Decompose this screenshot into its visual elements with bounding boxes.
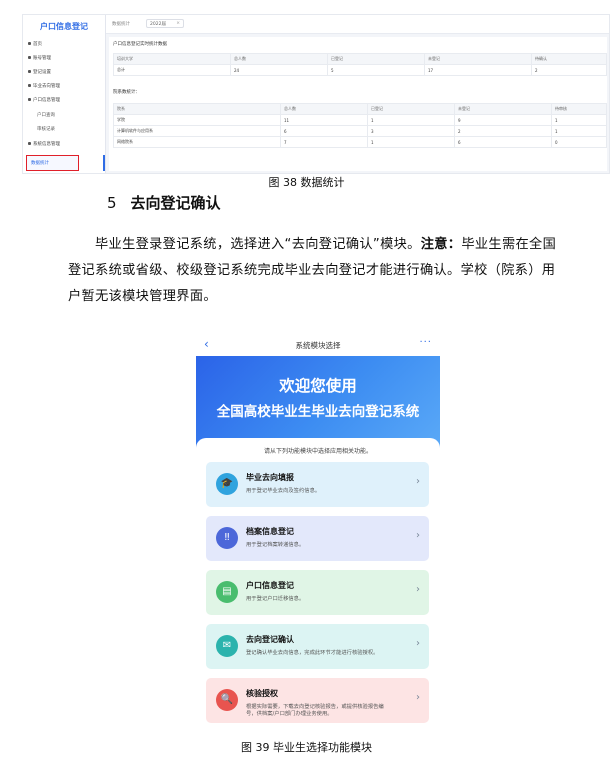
close-icon[interactable]: ×	[176, 21, 180, 26]
id-card-icon: ▤	[216, 581, 238, 603]
folder-icon	[28, 98, 31, 101]
chevron-right-icon: ›	[416, 530, 420, 541]
sidebar-item-statistics[interactable]: 数据统计	[26, 155, 79, 171]
graduation-cap-icon: 🎓	[216, 473, 238, 495]
welcome-banner: 欢迎您使用 全国高校毕业生毕业去向登记系统	[196, 356, 440, 448]
year-filter-tag[interactable]: 2022届 ×	[146, 19, 184, 28]
module-card-verify[interactable]: 🔍 核验授权 根据实际需要，下载去向登记核验报告，或提供核验报告编 号，供档案/…	[206, 678, 429, 723]
figure-39-caption: 图 39 毕业生选择功能模块	[241, 741, 372, 754]
department-stats-title: 院系数统计：	[113, 90, 140, 95]
phone-nav-bar: ‹ 系统模块选择 ···	[196, 334, 440, 356]
verify-icon: 🔍	[216, 689, 238, 711]
admin-logo: 户口信息登记	[40, 22, 88, 31]
sidebar-item-household[interactable]: 户口信息管理	[28, 97, 60, 103]
system-icon	[28, 142, 31, 145]
sidebar-item-accounts[interactable]: 账号管理	[28, 55, 51, 61]
user-icon	[28, 56, 31, 59]
table-row: 学院 11 1 9 1	[113, 114, 607, 126]
chevron-right-icon: ›	[416, 692, 420, 703]
chevron-right-icon: ›	[416, 638, 420, 649]
table-header-row: 院系 总人数 已登记 未登记 待审核	[113, 103, 607, 115]
module-card-confirm[interactable]: ✉ 去向登记确认 登记确认毕业去向信息，完成此环节才能进行核验授权。 ›	[206, 624, 429, 669]
module-card-destination[interactable]: 🎓 毕业去向填报 用于登记毕业去向及签约信息。 ›	[206, 462, 429, 507]
sidebar-item-settings[interactable]: 登记设置	[28, 69, 51, 75]
statistics-panel: 户口信息登记实时统计数据 培训大学 总人数 已登记 未登记 待确认 总计 24 …	[109, 37, 607, 171]
sidebar-item-destination[interactable]: 毕业去向管理	[28, 83, 60, 89]
summary-table: 培训大学 总人数 已登记 未登记 待确认 总计 24 5 17 2	[113, 53, 607, 76]
department-table: 院系 总人数 已登记 未登记 待审核 学院 11 1 9 1 计算机软件与应用系…	[113, 103, 607, 148]
section-number: 5	[107, 194, 117, 212]
note-label: 注意：	[420, 237, 462, 252]
admin-sidebar: 户口信息登记 首页 账号管理 登记设置 毕业去向管理 户口信息管理 户口查询 审…	[23, 15, 106, 173]
more-icon[interactable]: ···	[419, 337, 432, 348]
gear-icon	[28, 70, 31, 73]
nav-title: 系统模块选择	[295, 341, 341, 350]
module-hint: 请从下列功能模块中选择应用相关功能。	[263, 448, 372, 455]
banner-system-name: 全国高校毕业生毕业去向登记系统	[216, 404, 420, 420]
active-indicator	[103, 155, 105, 171]
statistics-screenshot: 户口信息登记 首页 账号管理 登记设置 毕业去向管理 户口信息管理 户口查询 审…	[22, 14, 610, 174]
module-list: 请从下列功能模块中选择应用相关功能。 🎓 毕业去向填报 用于登记毕业去向及签约信…	[196, 438, 440, 730]
module-card-archive[interactable]: ‼ 档案信息登记 用于登记档案转递信息。 ›	[206, 516, 429, 561]
sidebar-item-system[interactable]: 系统信息管理	[28, 141, 60, 147]
section-title: 去向登记确认	[130, 194, 221, 212]
admin-topbar: 数据统计 2022届 ×	[106, 15, 609, 34]
archive-icon: ‼	[216, 527, 238, 549]
sidebar-subitem-query[interactable]: 户口查询	[37, 112, 55, 118]
chevron-right-icon: ›	[416, 584, 420, 595]
table-row: 计算机软件与应用系 6 3 2 1	[113, 125, 607, 137]
breadcrumb: 数据统计	[112, 22, 130, 27]
figure-38-caption: 图 38 数据统计	[268, 176, 345, 189]
table-header-row: 培训大学 总人数 已登记 未登记 待确认	[113, 53, 607, 65]
module-card-household[interactable]: ▤ 户口信息登记 用于登记户口迁移信息。 ›	[206, 570, 429, 615]
body-paragraph: 毕业生登录登记系统，选择进入“去向登记确认”模块。注意：毕业生需在全国登记系统或…	[68, 237, 557, 304]
module-selection-screenshot: ‹ 系统模块选择 ··· 欢迎您使用 全国高校毕业生毕业去向登记系统 请从下列功…	[196, 334, 440, 730]
envelope-icon: ✉	[216, 635, 238, 657]
table-row: 总计 24 5 17 2	[113, 64, 607, 76]
sidebar-item-home[interactable]: 首页	[28, 41, 42, 47]
realtime-stats-title: 户口信息登记实时统计数据	[113, 42, 167, 47]
sidebar-subitem-records[interactable]: 审核记录	[37, 126, 55, 132]
section-heading: 5 去向登记确认	[107, 192, 221, 213]
home-icon	[28, 42, 31, 45]
list-icon	[28, 84, 31, 87]
table-row: 网络院系 7 1 6 0	[113, 136, 607, 148]
banner-welcome: 欢迎您使用	[279, 377, 357, 395]
chevron-right-icon: ›	[416, 476, 420, 487]
